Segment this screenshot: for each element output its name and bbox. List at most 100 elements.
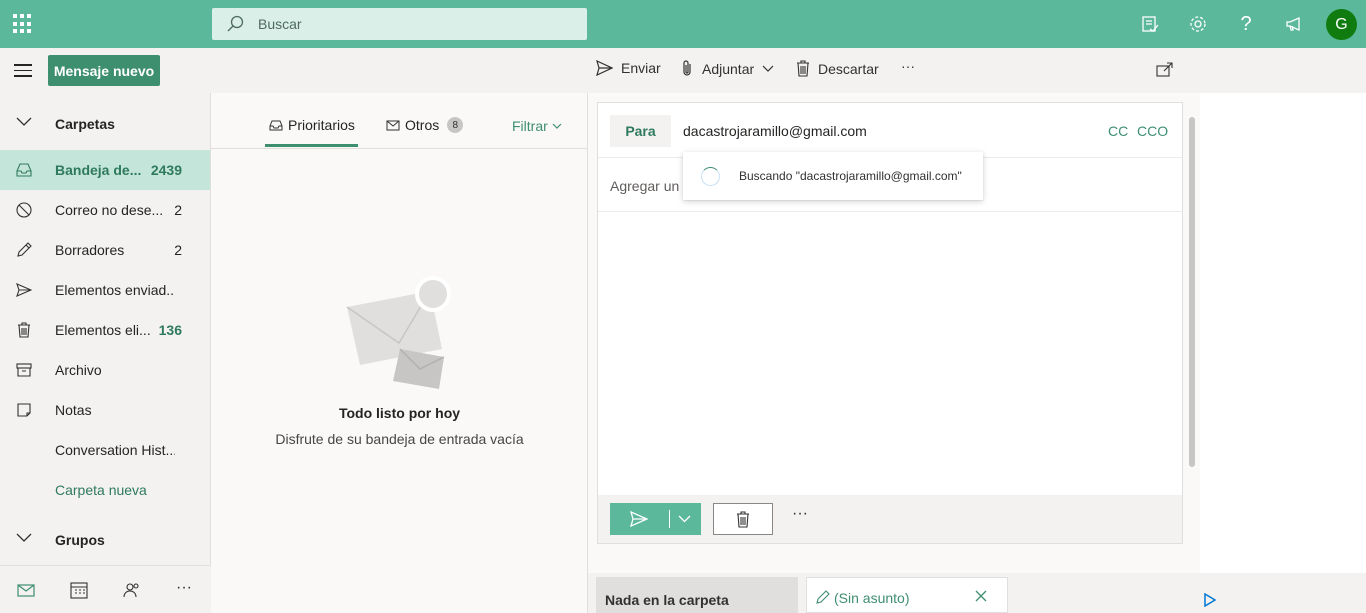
trash-icon [18,322,30,338]
my-day-icon[interactable] [1138,12,1162,36]
to-input[interactable]: dacastrojaramillo@gmail.com [683,123,867,139]
folder-pane: Carpetas Bandeja de... 2439 Correo no de… [0,93,211,613]
new-message-button[interactable]: Mensaje nuevo [48,55,160,86]
calendar-icon[interactable] [70,581,88,599]
compose-form: Para dacastrojaramillo@gmail.com CC CCO … [597,102,1183,544]
pop-out-icon[interactable] [1156,62,1173,77]
folder-label: Conversation Hist... [55,442,175,458]
subject-input[interactable]: Agregar un [610,178,679,194]
empty-inbox-illustration-icon [346,276,451,389]
message-list: Prioritarios Otros 8 Filtrar Todo listo … [211,93,588,613]
tab-empty-folder[interactable]: Nada en la carpeta [596,577,798,613]
empty-state-subtitle: Disfrute de su bandeja de entrada vacía [275,431,524,447]
to-button[interactable]: Para [610,115,671,147]
ad-choices-icon[interactable] [1203,593,1217,607]
inbox-pivot: Prioritarios Otros 8 Filtrar [211,93,588,149]
folders-header[interactable]: Carpetas [0,104,211,144]
command-bar: Mensaje nuevo Enviar Adjuntar Descartar … [0,48,1366,93]
folder-notes[interactable]: Notas [0,390,210,430]
mail-icon[interactable] [17,581,35,599]
feedback-icon[interactable] [1282,12,1306,36]
top-bar: Buscar ? G [0,0,1366,48]
folder-label: Notas [55,402,92,418]
other-count-badge: 8 [447,117,464,133]
send-button[interactable] [610,503,701,535]
hamburger-menu-icon[interactable] [14,64,32,78]
filter-button[interactable]: Filtrar [512,118,562,134]
more-apps-icon[interactable]: ··· [176,579,192,597]
loading-spinner-icon [701,167,720,186]
draft-tabs: Nada en la carpeta (Sin asunto) [588,573,1366,613]
attach-command-button[interactable]: Adjuntar [680,60,782,77]
search-input[interactable]: Buscar [212,8,587,40]
tab-other[interactable]: Otros 8 [386,117,464,133]
compose-more-button[interactable]: ··· [792,505,812,525]
app-launcher-icon[interactable] [13,14,33,34]
people-icon[interactable] [123,581,141,599]
bcc-button[interactable]: CCO [1137,123,1168,139]
archive-icon [16,363,32,377]
folder-label: Archivo [55,362,102,378]
folder-sent[interactable]: Elementos enviad... [0,270,210,310]
new-folder-link[interactable]: Carpeta nueva [0,470,210,510]
tab-draft[interactable]: (Sin asunto) [806,577,1008,613]
compose-footer: ··· [598,495,1182,543]
mail-icon [386,120,400,131]
avatar[interactable]: G [1326,9,1357,40]
unread-count: 2439 [150,162,182,178]
folder-inbox[interactable]: Bandeja de... 2439 [0,150,210,190]
chevron-down-icon [16,117,32,126]
item-count: 2 [174,242,182,258]
folder-drafts[interactable]: Borradores 2 [0,230,210,270]
pencil-icon [816,590,830,604]
discard-command-button[interactable]: Descartar [796,60,879,77]
folder-deleted[interactable]: Elementos eli... 136 [0,310,210,350]
folder-label: Elementos eli... [55,322,151,338]
search-icon [227,15,244,32]
folder-junk[interactable]: Correo no dese... 2 [0,190,210,230]
chevron-down-icon [16,533,32,542]
cc-button[interactable]: CC [1108,123,1128,139]
chevron-down-icon [762,65,774,72]
filter-label: Filtrar [512,118,548,134]
settings-icon[interactable] [1186,12,1210,36]
folders-header-label: Carpetas [55,116,115,132]
active-tab-indicator [265,144,358,147]
sent-icon [16,283,32,297]
empty-state-title: Todo listo por hoy [338,405,461,421]
draft-tab-label: (Sin asunto) [834,590,910,606]
groups-header[interactable]: Grupos [0,520,211,560]
close-icon[interactable] [975,590,987,602]
tab-focused[interactable]: Prioritarios [269,117,355,133]
junk-icon [16,202,32,218]
folder-conversation-history[interactable]: Conversation Hist... [0,430,210,470]
paperclip-icon [683,60,691,76]
folder-archive[interactable]: Archivo [0,350,210,390]
tab-focused-label: Prioritarios [288,117,355,133]
folder-label: Bandeja de... [55,162,142,178]
module-switcher: ··· [0,565,211,613]
chevron-down-icon [552,123,562,129]
inbox-icon [269,120,283,131]
compose-scrollbar[interactable] [1188,103,1196,563]
reading-pane: Para dacastrojaramillo@gmail.com CC CCO … [588,93,1200,573]
attach-label: Adjuntar [702,60,755,77]
send-icon [630,511,648,527]
help-icon[interactable]: ? [1234,12,1258,36]
suggestion-status: Buscando "dacastrojaramillo@gmail.com" [739,169,962,183]
new-folder-label: Carpeta nueva [55,482,147,498]
send-label: Enviar [621,60,661,76]
folder-label: Elementos enviad... [55,282,175,298]
unread-count: 136 [158,322,182,338]
send-command-button[interactable]: Enviar [596,60,661,76]
folder-label: Correo no dese... [55,202,164,218]
discard-button[interactable] [713,503,773,535]
discard-label: Descartar [818,60,879,77]
more-options-button[interactable]: ··· [901,58,915,74]
folder-label: Borradores [55,242,125,258]
groups-header-label: Grupos [55,532,105,548]
inbox-icon [16,163,32,177]
tab-other-label: Otros [405,117,440,133]
chevron-down-icon[interactable] [678,515,691,523]
search-placeholder: Buscar [258,16,302,32]
